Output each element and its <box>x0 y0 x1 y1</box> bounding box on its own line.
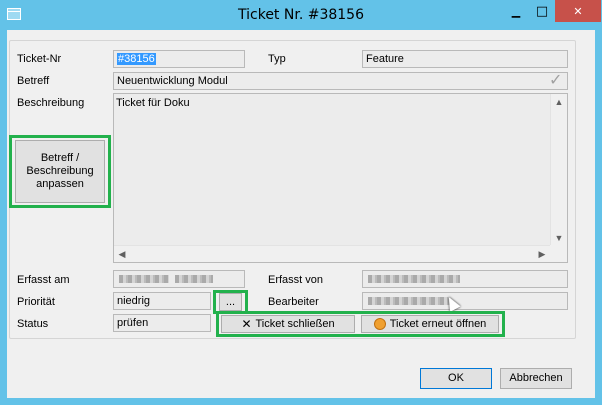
ticket-nr-field[interactable]: #38156 <box>113 50 245 68</box>
close-ticket-button[interactable]: ✕ Ticket schließen <box>221 315 355 333</box>
scroll-down-icon[interactable]: ▼ <box>551 230 567 246</box>
window-frame-right <box>595 30 602 405</box>
minimize-button[interactable]: ▁ <box>503 0 529 22</box>
beschreibung-textarea[interactable]: Ticket für Doku ▲ ▼ ◀ ▶ <box>113 93 568 263</box>
redacted-time <box>175 275 213 284</box>
status-value: prüfen <box>117 317 149 329</box>
prioritaet-field[interactable]: niedrig <box>113 292 211 310</box>
erfasst-von-label: Erfasst von <box>268 274 324 286</box>
check-icon: ✓ <box>549 72 563 89</box>
betreff-value: Neuentwicklung Modul <box>117 75 228 87</box>
reopen-ticket-button[interactable]: Ticket erneut öffnen <box>361 315 499 333</box>
reopen-ticket-label: Ticket erneut öffnen <box>389 317 487 330</box>
close-icon: ✕ <box>573 4 583 18</box>
scroll-left-icon[interactable]: ◀ <box>114 246 130 262</box>
maximize-icon: □ <box>535 3 549 19</box>
close-ticket-label: Ticket schließen <box>255 317 335 330</box>
typ-value: Feature <box>366 53 404 65</box>
ticket-nr-label: Ticket-Nr <box>17 53 62 65</box>
vertical-scrollbar[interactable]: ▲ ▼ <box>550 94 567 262</box>
redacted-assignee <box>368 297 450 306</box>
ticket-nr-value: #38156 <box>117 53 156 65</box>
typ-field[interactable]: Feature <box>362 50 568 68</box>
scroll-up-icon[interactable]: ▲ <box>551 94 567 110</box>
typ-label: Typ <box>268 53 286 65</box>
beschreibung-label: Beschreibung <box>17 97 85 109</box>
horizontal-scrollbar[interactable]: ◀ ▶ <box>114 245 551 262</box>
close-x-icon: ✕ <box>241 316 252 331</box>
bearbeiter-label: Bearbeiter <box>268 296 319 308</box>
beschreibung-value: Ticket für Doku <box>116 97 190 109</box>
scrollbar-corner <box>550 245 567 262</box>
close-window-button[interactable]: ✕ <box>555 0 601 22</box>
edit-betreff-beschreibung-button[interactable]: Betreff / Beschreibung anpassen <box>15 140 105 203</box>
cancel-button[interactable]: Abbrechen <box>500 368 572 389</box>
erfasst-von-field[interactable] <box>362 270 568 288</box>
minimize-icon: ▁ <box>511 4 521 18</box>
prioritaet-value: niedrig <box>117 295 151 307</box>
betreff-field[interactable]: Neuentwicklung Modul <box>113 72 568 90</box>
prioritaet-label: Priorität <box>17 296 55 308</box>
window-frame-bottom <box>0 398 602 405</box>
redacted-date <box>119 275 169 284</box>
erfasst-am-label: Erfasst am <box>17 274 70 286</box>
erfasst-am-field[interactable] <box>113 270 245 288</box>
status-label: Status <box>17 318 49 330</box>
betreff-label: Betreff <box>17 75 50 87</box>
reopen-icon <box>373 318 386 330</box>
scroll-right-icon[interactable]: ▶ <box>534 246 550 262</box>
select-priority-button[interactable]: ... <box>219 293 242 311</box>
ok-button[interactable]: OK <box>420 368 492 389</box>
bearbeiter-field[interactable] <box>362 292 568 310</box>
redacted-user <box>368 275 460 284</box>
window-frame-left <box>0 30 7 405</box>
maximize-button[interactable]: □ <box>529 0 555 22</box>
status-field[interactable]: prüfen <box>113 314 211 332</box>
